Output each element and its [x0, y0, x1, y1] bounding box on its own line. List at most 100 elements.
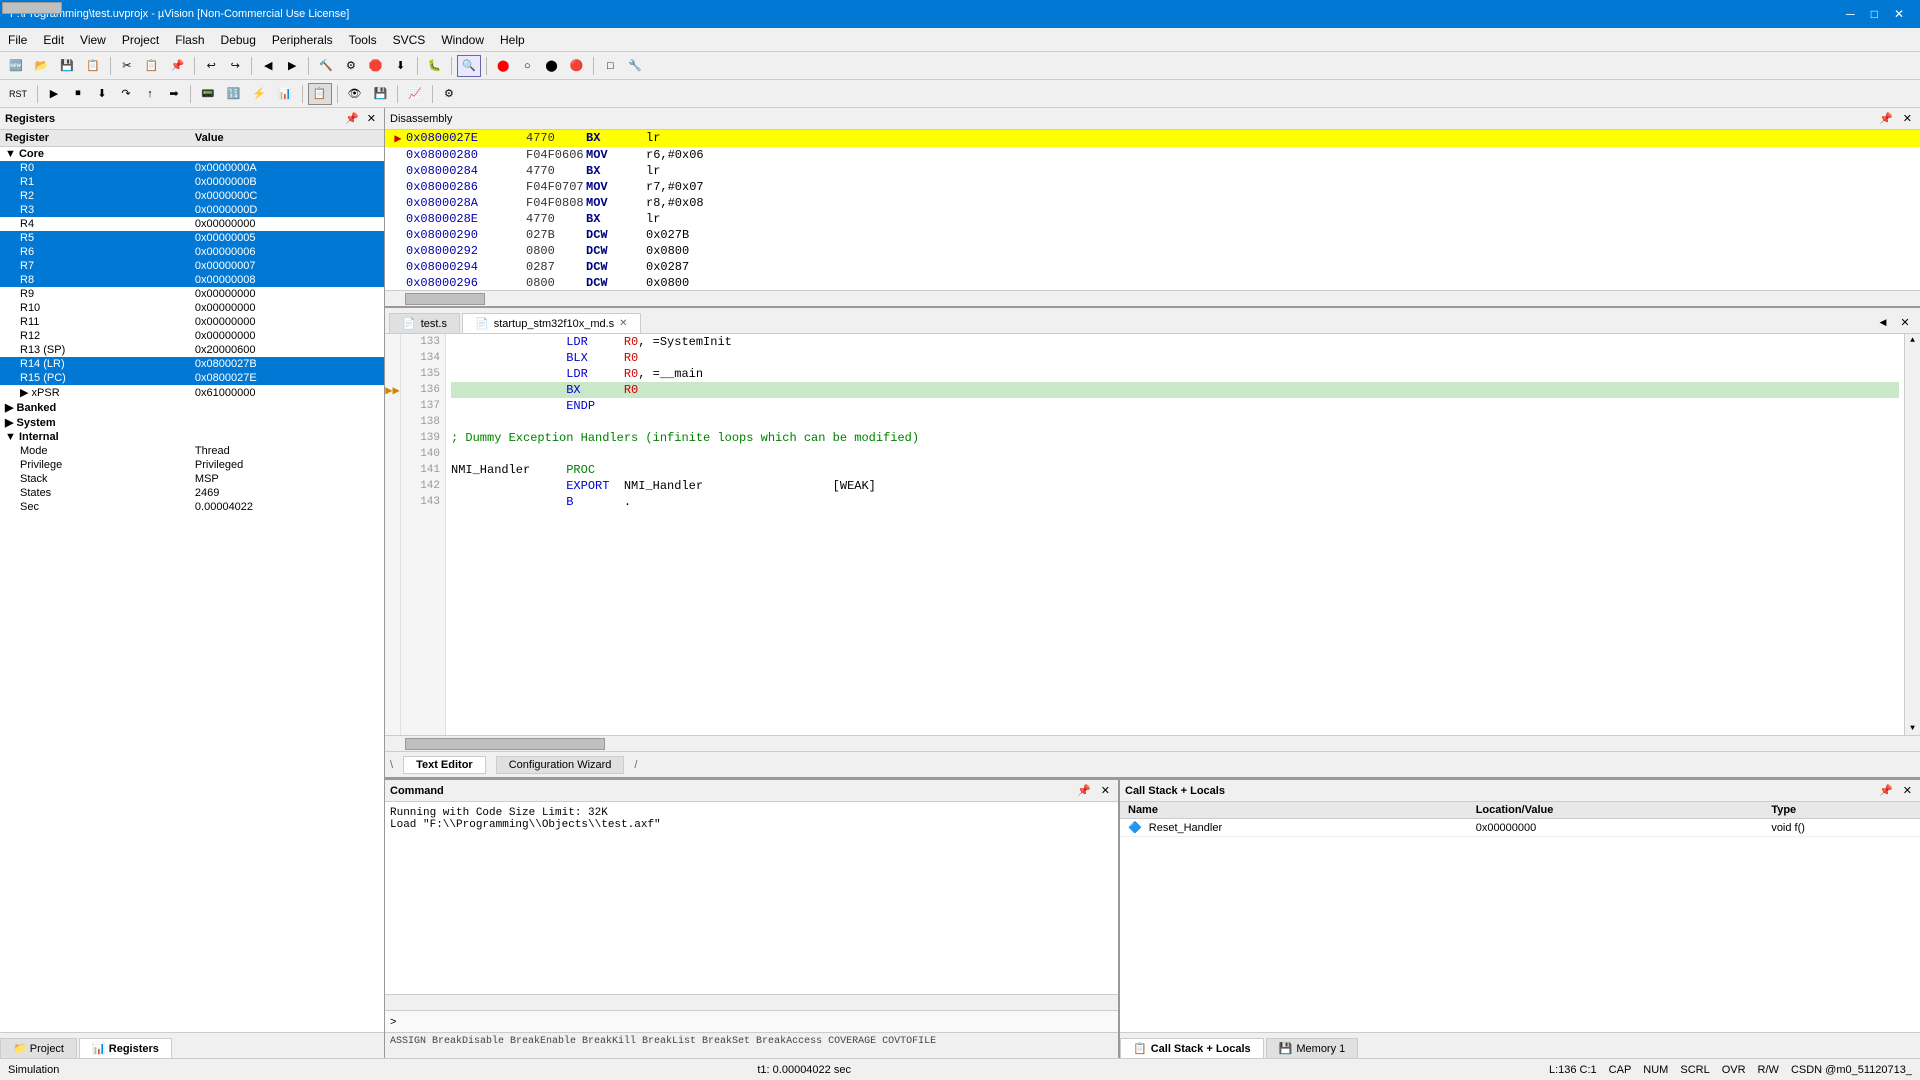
editor-tab-close-panel[interactable]: ✕	[1894, 311, 1916, 333]
disasm-row-2[interactable]: 0x08000284 4770 BX lr	[385, 163, 1920, 179]
table-row[interactable]: R13 (SP) 0x20000600	[0, 343, 384, 357]
menu-view[interactable]: View	[72, 30, 114, 50]
close-button[interactable]: ✕	[1888, 5, 1910, 23]
table-row[interactable]: xPSR 0x61000000	[0, 385, 384, 400]
disassembly-content[interactable]: ▶ 0x0800027E 4770 BX lr 0x08000280 F04F0…	[385, 130, 1920, 290]
table-row[interactable]: Mode Thread	[0, 444, 384, 458]
tb-settings[interactable]: 🔧	[623, 55, 647, 77]
tb-open[interactable]: 📂	[30, 55, 54, 77]
registers-close-btn[interactable]: ✕	[364, 111, 379, 126]
table-row[interactable]: States 2469	[0, 486, 384, 500]
menu-project[interactable]: Project	[114, 30, 167, 50]
registers-content[interactable]: Register Value Core R0 0x0000000A R1	[0, 130, 384, 1032]
callstack-close-btn[interactable]: ✕	[1900, 783, 1915, 798]
tb-breakpoint-set[interactable]: ⬤	[492, 55, 514, 77]
menu-peripherals[interactable]: Peripherals	[264, 30, 341, 50]
tb-undo[interactable]: ↩	[200, 55, 222, 77]
callstack-content[interactable]: Name Location/Value Type 🔷 Reset_Handler	[1120, 802, 1920, 1032]
tb2-callstack[interactable]: 📋	[308, 83, 332, 105]
tb-paste[interactable]: 📌	[166, 55, 190, 77]
table-row[interactable]: R15 (PC) 0x0800027E	[0, 371, 384, 385]
tb-fwd[interactable]: ▶	[281, 55, 303, 77]
tb-new[interactable]: 🆕	[4, 55, 28, 77]
editor-vscroll[interactable]: ▲ ▼	[1904, 334, 1920, 735]
table-row[interactable]: R8 0x00000008	[0, 273, 384, 287]
disassembly-close-btn[interactable]: ✕	[1900, 111, 1915, 126]
menu-window[interactable]: Window	[433, 30, 492, 50]
tb2-stepout[interactable]: ↑	[139, 83, 161, 105]
command-hscroll[interactable]	[385, 994, 1118, 1010]
tb-copy[interactable]: 📋	[140, 55, 164, 77]
tb-download[interactable]: ⬇	[390, 55, 412, 77]
reg-group-banked[interactable]: Banked	[0, 400, 384, 415]
tb-redo[interactable]: ↪	[224, 55, 246, 77]
menu-help[interactable]: Help	[492, 30, 533, 50]
vscroll-down-icon[interactable]: ▼	[1910, 724, 1915, 733]
disassembly-hscroll-thumb[interactable]	[405, 293, 485, 305]
table-row[interactable]: R10 0x00000000	[0, 301, 384, 315]
menu-tools[interactable]: Tools	[341, 30, 385, 50]
registers-pin-btn[interactable]: 📌	[342, 111, 362, 126]
startup-s-tab-close-icon[interactable]: ✕	[619, 318, 627, 329]
tb-window1[interactable]: □	[599, 55, 621, 77]
command-close-btn[interactable]: ✕	[1098, 783, 1113, 798]
tab-text-editor[interactable]: Text Editor	[403, 756, 486, 774]
tab-startup-s[interactable]: 📄 startup_stm32f10x_md.s ✕	[462, 313, 641, 333]
command-content[interactable]: Running with Code Size Limit: 32K Load "…	[385, 802, 1118, 994]
tb-breakpoint-clearall[interactable]: 🔴	[565, 55, 589, 77]
tb-cut[interactable]: ✂	[116, 55, 138, 77]
table-row[interactable]: Sec 0.00004022	[0, 500, 384, 514]
minimize-button[interactable]: ─	[1840, 5, 1861, 23]
callstack-pin-btn[interactable]: 📌	[1876, 783, 1896, 798]
editor-hscroll-thumb[interactable]	[405, 738, 605, 750]
menu-flash[interactable]: Flash	[167, 30, 212, 50]
tab-config-wizard[interactable]: Configuration Wizard	[496, 756, 625, 774]
vscroll-up-icon[interactable]: ▲	[1910, 336, 1915, 345]
disassembly-hscroll[interactable]	[385, 290, 1920, 306]
tb2-stop[interactable]: ⏹	[67, 83, 89, 105]
tab-registers[interactable]: 📊 Registers	[79, 1038, 172, 1058]
menu-edit[interactable]: Edit	[35, 30, 72, 50]
tb2-logic[interactable]: 📈	[403, 83, 427, 105]
tb-breakpoint-clear[interactable]: ○	[516, 55, 538, 77]
tb-back[interactable]: ◀	[257, 55, 279, 77]
tb-find[interactable]: 🔍	[457, 55, 481, 77]
tb2-disasm[interactable]: 🔢	[222, 83, 246, 105]
reg-group-system[interactable]: System	[0, 415, 384, 430]
tb2-sym[interactable]: ⚡	[247, 83, 271, 105]
tb2-watch[interactable]: 👁	[343, 83, 367, 105]
tb2-runtocursor[interactable]: ➡	[163, 83, 185, 105]
tb2-stepinto[interactable]: ⬇	[91, 83, 113, 105]
table-row[interactable]: Privilege Privileged	[0, 458, 384, 472]
tb2-more[interactable]: ⚙	[438, 83, 460, 105]
menu-svcs[interactable]: SVCS	[385, 30, 434, 50]
tb-saveall[interactable]: 📋	[81, 55, 105, 77]
tb-build[interactable]: 🔨	[314, 55, 338, 77]
tab-memory-1[interactable]: 💾 Memory 1	[1266, 1038, 1359, 1058]
table-row[interactable]: R3 0x0000000D	[0, 203, 384, 217]
command-input[interactable]	[399, 1016, 1113, 1028]
tb-buildall[interactable]: ⚙	[340, 55, 362, 77]
disasm-row-8[interactable]: 0x08000294 0287 DCW 0x0287	[385, 259, 1920, 275]
table-row[interactable]: R14 (LR) 0x0800027B	[0, 357, 384, 371]
tb-debug-start[interactable]: 🐛	[423, 55, 447, 77]
reg-group-core[interactable]: Core	[0, 147, 384, 162]
cs-row-reset-handler[interactable]: 🔷 Reset_Handler 0x00000000 void f()	[1120, 819, 1920, 837]
tab-callstack-locals[interactable]: 📋 Call Stack + Locals	[1120, 1038, 1264, 1058]
table-row[interactable]: R5 0x00000005	[0, 231, 384, 245]
disasm-row-1[interactable]: 0x08000280 F04F0606 MOV r6,#0x06	[385, 147, 1920, 163]
table-row[interactable]: R2 0x0000000C	[0, 189, 384, 203]
menu-file[interactable]: File	[0, 30, 35, 50]
command-hscroll-thumb[interactable]	[2, 2, 62, 14]
command-pin-btn[interactable]: 📌	[1074, 783, 1094, 798]
table-row[interactable]: R11 0x00000000	[0, 315, 384, 329]
disasm-row-4[interactable]: 0x0800028A F04F0808 MOV r8,#0x08	[385, 195, 1920, 211]
tb-save[interactable]: 💾	[55, 55, 79, 77]
reg-group-internal[interactable]: Internal	[0, 430, 384, 444]
menu-debug[interactable]: Debug	[213, 30, 264, 50]
tb2-stepover[interactable]: ↷	[115, 83, 137, 105]
disassembly-pin-btn[interactable]: 📌	[1876, 111, 1896, 126]
table-row[interactable]: R0 0x0000000A	[0, 161, 384, 175]
tb-breakpoint-disable[interactable]: ⬤	[540, 55, 562, 77]
tb2-run[interactable]: ▶	[43, 83, 65, 105]
